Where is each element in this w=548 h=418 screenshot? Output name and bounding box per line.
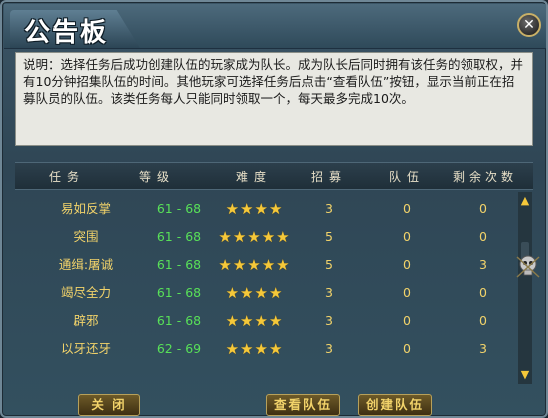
task-remaining: 3 [479, 257, 487, 272]
task-remaining: 0 [479, 201, 487, 216]
task-remaining: 3 [479, 341, 487, 356]
task-recruit: 3 [325, 313, 333, 328]
task-level: 61 - 68 [156, 285, 202, 300]
scroll-down-icon[interactable]: ▼ [518, 368, 532, 382]
table-row[interactable]: 突围 61 - 68 ★ ★ ★ ★ ★ 5 0 0 [15, 224, 512, 250]
task-team: 0 [403, 257, 411, 272]
task-team: 0 [403, 313, 411, 328]
title-bar: 公告板 ✕ [4, 4, 546, 49]
star-icon: ★ [247, 228, 261, 246]
task-name: 竭尽全力 [60, 285, 111, 300]
task-level: 61 - 68 [156, 201, 202, 216]
window-title: 公告板 [24, 18, 109, 48]
star-icon: ★ [268, 200, 283, 218]
task-team: 0 [403, 201, 411, 216]
table-row[interactable]: 以牙还牙 62 - 69 ★ ★ ★ ★ 3 0 3 [15, 336, 512, 362]
star-icon: ★ [240, 340, 254, 358]
task-remaining: 0 [479, 285, 487, 300]
star-icon: ★ [254, 200, 268, 218]
star-icon: ★ [232, 256, 247, 274]
task-name: 通缉:屠诚 [58, 257, 114, 272]
task-team: 0 [403, 341, 411, 356]
task-recruit: 3 [325, 285, 333, 300]
table-row[interactable]: 竭尽全力 61 - 68 ★ ★ ★ ★ 3 0 0 [15, 280, 512, 306]
star-icon: ★ [240, 284, 254, 302]
header-level: 等级 [138, 170, 175, 184]
task-difficulty: ★ ★ ★ ★ [211, 312, 297, 330]
task-name: 辟邪 [73, 313, 99, 328]
task-recruit: 3 [325, 341, 333, 356]
scrollbar[interactable]: ▲ ▼ [518, 192, 532, 384]
star-icon: ★ [261, 256, 276, 274]
task-difficulty: ★ ★ ★ ★ ★ [211, 256, 297, 274]
star-icon: ★ [232, 228, 247, 246]
create-team-button[interactable]: 创建队伍 [358, 394, 432, 416]
star-icon: ★ [276, 256, 290, 274]
table-row[interactable]: 通缉:屠诚 61 - 68 ★ ★ ★ ★ ★ 5 0 3 [15, 252, 512, 278]
task-remaining: 0 [479, 229, 487, 244]
notice-text: 说明：选择任务后成功创建队伍的玩家成为队长。成为队长后同时拥有该任务的领取权，并… [15, 52, 533, 146]
star-icon: ★ [225, 200, 240, 218]
star-icon: ★ [268, 340, 283, 358]
header-task: 任务 [48, 170, 85, 184]
view-team-button[interactable]: 查看队伍 [266, 394, 340, 416]
star-icon: ★ [268, 312, 283, 330]
task-team: 0 [403, 285, 411, 300]
close-button[interactable]: 关 闭 [78, 394, 140, 416]
star-icon: ★ [218, 256, 232, 274]
task-level: 61 - 68 [156, 257, 202, 272]
task-difficulty: ★ ★ ★ ★ [211, 200, 297, 218]
star-icon: ★ [261, 228, 276, 246]
task-name: 突围 [73, 229, 99, 244]
task-recruit: 5 [325, 229, 333, 244]
task-level: 61 - 68 [156, 229, 202, 244]
star-icon: ★ [240, 312, 254, 330]
task-difficulty: ★ ★ ★ ★ [211, 340, 297, 358]
star-icon: ★ [218, 228, 232, 246]
task-name: 易如反掌 [60, 201, 111, 216]
close-icon[interactable]: ✕ [517, 13, 541, 37]
star-icon: ★ [268, 284, 283, 302]
header-team: 队伍 [388, 170, 425, 184]
task-name: 以牙还牙 [60, 341, 111, 356]
star-icon: ★ [276, 228, 290, 246]
star-icon: ★ [225, 284, 240, 302]
task-difficulty: ★ ★ ★ ★ ★ [211, 228, 297, 246]
task-level: 61 - 68 [156, 313, 202, 328]
scroll-up-icon[interactable]: ▲ [518, 194, 532, 208]
star-icon: ★ [247, 256, 261, 274]
task-recruit: 3 [325, 201, 333, 216]
star-icon: ★ [225, 340, 240, 358]
header-remaining: 剩余次数 [452, 170, 517, 184]
header-difficulty: 难度 [235, 170, 272, 184]
star-icon: ★ [225, 312, 240, 330]
skull-ornament-icon [516, 255, 540, 278]
bulletin-board-window: 公告板 ✕ 说明：选择任务后成功创建队伍的玩家成为队长。成为队长后同时拥有该任务… [0, 0, 548, 418]
star-icon: ★ [254, 284, 268, 302]
star-icon: ★ [240, 200, 254, 218]
task-difficulty: ★ ★ ★ ★ [211, 284, 297, 302]
star-icon: ★ [254, 340, 268, 358]
task-remaining: 0 [479, 313, 487, 328]
task-team: 0 [403, 229, 411, 244]
task-level: 62 - 69 [156, 341, 202, 356]
header-recruit: 招募 [310, 170, 347, 184]
table-row[interactable]: 辟邪 61 - 68 ★ ★ ★ ★ 3 0 0 [15, 308, 512, 334]
table-header: 任务 等级 难度 招募 队伍 剩余次数 [15, 162, 533, 190]
table-row[interactable]: 易如反掌 61 - 68 ★ ★ ★ ★ 3 0 0 [15, 196, 512, 222]
star-icon: ★ [254, 312, 268, 330]
task-recruit: 5 [325, 257, 333, 272]
